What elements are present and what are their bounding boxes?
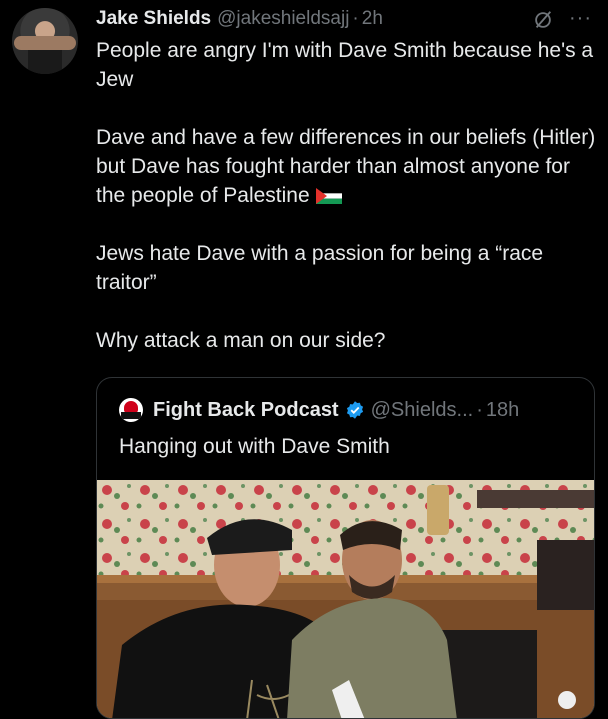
author-handle[interactable]: @jakeshieldsajj	[217, 8, 349, 30]
separator-dot: ·	[352, 8, 359, 29]
quoted-tweet-text: Hanging out with Dave Smith	[119, 435, 390, 458]
fight-back-logo-icon[interactable]	[119, 398, 143, 422]
avatar-shirt	[28, 50, 62, 74]
tweet-line: Why attack a man on our side?	[96, 329, 386, 352]
grok-slash-icon[interactable]	[532, 9, 554, 31]
line-break	[96, 210, 596, 239]
tweet-line: Jews hate Dave with a passion for being …	[96, 242, 544, 294]
tweet-line-text: Dave and have a few differences in our b…	[96, 126, 596, 207]
tweet-line: People are angry I'm with Dave Smith bec…	[96, 39, 594, 91]
palestine-flag-icon	[315, 188, 342, 204]
tweet-header: Jake Shields @jakeshieldsajj · 2h ···	[96, 7, 594, 31]
logo-bar	[121, 412, 141, 419]
quoted-author-name[interactable]: Fight Back Podcast	[153, 399, 339, 422]
tweet-text: People are angry I'm with Dave Smith bec…	[96, 36, 596, 355]
verified-badge-icon	[346, 401, 363, 419]
line-break	[96, 297, 596, 326]
quoted-tweet-header: Fight Back Podcast @Shields... · 18h	[119, 398, 519, 422]
line-break	[96, 94, 596, 123]
quoted-photo[interactable]	[97, 480, 594, 719]
separator-dot: ·	[476, 398, 483, 421]
quoted-tweet[interactable]: Fight Back Podcast @Shields... · 18h Han…	[96, 377, 595, 719]
timestamp[interactable]: 2h	[362, 8, 383, 30]
author-name[interactable]: Jake Shields	[96, 8, 211, 30]
quoted-timestamp[interactable]: 18h	[486, 399, 519, 422]
avatar[interactable]	[12, 8, 78, 74]
more-options-icon[interactable]: ···	[569, 7, 592, 30]
quoted-author-handle[interactable]: @Shields...	[371, 399, 474, 422]
tweet-line: Dave and have a few differences in our b…	[96, 123, 596, 210]
avatar-arm	[14, 36, 76, 50]
